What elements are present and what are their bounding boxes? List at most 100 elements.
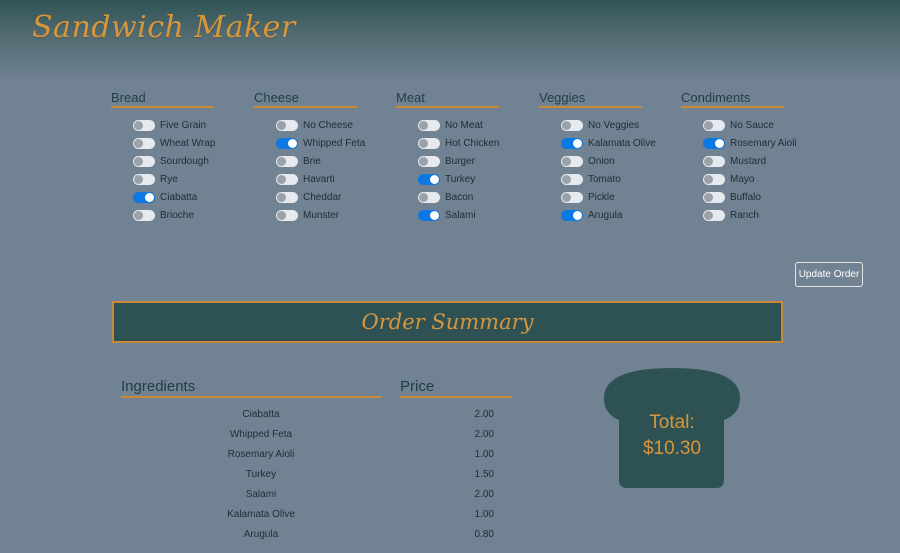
option-label: Rosemary Aioli: [730, 137, 797, 149]
toggle-switch[interactable]: [133, 119, 155, 131]
option-no-cheese[interactable]: No Cheese: [254, 116, 364, 134]
table-row-ingredient: Whipped Feta: [229, 429, 293, 440]
toggle-switch[interactable]: [276, 119, 298, 131]
option-havarti[interactable]: Havarti: [254, 170, 364, 188]
option-five-grain[interactable]: Five Grain: [111, 116, 221, 134]
option-whipped-feta[interactable]: Whipped Feta: [254, 134, 366, 152]
option-label: No Cheese: [303, 119, 354, 131]
option-label: Pickle: [588, 191, 615, 203]
table-row-ingredient: Salami: [245, 489, 277, 500]
toggle-switch[interactable]: [133, 137, 155, 149]
toggle-switch[interactable]: [276, 209, 298, 221]
option-brioche[interactable]: Brioche: [111, 206, 221, 224]
option-tomato[interactable]: Tomato: [539, 170, 649, 188]
option-sourdough[interactable]: Sourdough: [111, 152, 221, 170]
option-label: Brioche: [160, 209, 194, 221]
toggle-switch[interactable]: [418, 191, 440, 203]
toggle-switch[interactable]: [703, 155, 725, 167]
column-condiments: Condiments No Sauce Rosemary Aioli Mustard M…: [681, 90, 797, 224]
option-label: Brie: [303, 155, 321, 167]
toggle-switch[interactable]: [418, 137, 440, 149]
toggle-switch[interactable]: [418, 173, 440, 185]
toggle-switch[interactable]: [561, 209, 583, 221]
toggle-switch[interactable]: [561, 137, 583, 149]
toggle-switch[interactable]: [133, 191, 155, 203]
table-row-price: 2.00: [474, 409, 494, 420]
option-rye[interactable]: Rye: [111, 170, 221, 188]
column-veggies: Veggies No Veggies Kalamata Olive Onion Toma…: [539, 90, 656, 224]
option-label: Havarti: [303, 173, 335, 185]
column-heading: Meat: [396, 90, 499, 108]
table-row-price: 2.00: [474, 429, 494, 440]
option-label: Arugula: [588, 209, 623, 221]
option-brie[interactable]: Brie: [254, 152, 364, 170]
table-row-ingredient: Ciabatta: [242, 409, 280, 420]
toggle-switch[interactable]: [276, 173, 298, 185]
option-label: Whipped Feta: [303, 137, 366, 149]
option-label: Rye: [160, 173, 178, 185]
option-label: No Meat: [445, 119, 483, 131]
option-label: Ranch: [730, 209, 759, 221]
toggle-switch[interactable]: [418, 209, 440, 221]
option-label: Bacon: [445, 191, 474, 203]
option-no-sauce[interactable]: No Sauce: [681, 116, 791, 134]
toggle-switch[interactable]: [561, 173, 583, 185]
option-bacon[interactable]: Bacon: [396, 188, 506, 206]
option-salami[interactable]: Salami: [396, 206, 506, 224]
option-wheat-wrap[interactable]: Wheat Wrap: [111, 134, 221, 152]
option-ciabatta[interactable]: Ciabatta: [111, 188, 221, 206]
toggle-switch[interactable]: [561, 119, 583, 131]
option-label: Mayo: [730, 173, 755, 185]
toggle-switch[interactable]: [703, 191, 725, 203]
option-rosemary-aioli[interactable]: Rosemary Aioli: [681, 134, 797, 152]
toggle-switch[interactable]: [561, 191, 583, 203]
table-row-ingredient: Arugula: [243, 529, 279, 540]
price-header: Price: [400, 378, 512, 398]
toggle-switch[interactable]: [133, 155, 155, 167]
option-label: Salami: [445, 209, 476, 221]
option-kalamata-olive[interactable]: Kalamata Olive: [539, 134, 656, 152]
toggle-switch[interactable]: [703, 119, 725, 131]
table-row-price: 2.00: [474, 489, 494, 500]
table-row-price: 1.50: [474, 469, 494, 480]
toggle-switch[interactable]: [276, 155, 298, 167]
total-label: Total:: [649, 412, 695, 433]
option-onion[interactable]: Onion: [539, 152, 649, 170]
option-mayo[interactable]: Mayo: [681, 170, 791, 188]
option-burger[interactable]: Burger: [396, 152, 506, 170]
toggle-switch[interactable]: [276, 137, 298, 149]
option-no-meat[interactable]: No Meat: [396, 116, 506, 134]
option-no-veggies[interactable]: No Veggies: [539, 116, 649, 134]
option-label: Tomato: [588, 173, 621, 185]
option-pickle[interactable]: Pickle: [539, 188, 649, 206]
total-display: Total: $10.30: [604, 410, 740, 462]
column-bread: Bread Five Grain Wheat Wrap Sourdough Rye Cia…: [111, 90, 221, 224]
toggle-switch[interactable]: [133, 173, 155, 185]
option-hot-chicken[interactable]: Hot Chicken: [396, 134, 506, 152]
app-title: Sandwich Maker: [32, 10, 296, 45]
update-order-button[interactable]: Update Order: [795, 262, 863, 287]
ingredients-header: Ingredients: [121, 378, 382, 398]
option-arugula[interactable]: Arugula: [539, 206, 649, 224]
option-label: Wheat Wrap: [160, 137, 216, 149]
toggle-switch[interactable]: [418, 155, 440, 167]
option-label: No Sauce: [730, 119, 774, 131]
total-value: $10.30: [642, 438, 702, 459]
option-ranch[interactable]: Ranch: [681, 206, 791, 224]
option-label: Buffalo: [730, 191, 761, 203]
toggle-switch[interactable]: [703, 137, 725, 149]
toggle-switch[interactable]: [561, 155, 583, 167]
option-label: Munster: [303, 209, 340, 221]
toggle-switch[interactable]: [133, 209, 155, 221]
column-heading: Condiments: [681, 90, 784, 108]
option-munster[interactable]: Munster: [254, 206, 364, 224]
option-cheddar[interactable]: Cheddar: [254, 188, 364, 206]
option-mustard[interactable]: Mustard: [681, 152, 791, 170]
table-row-price: 0.80: [474, 529, 494, 540]
toggle-switch[interactable]: [703, 209, 725, 221]
option-turkey[interactable]: Turkey: [396, 170, 506, 188]
toggle-switch[interactable]: [276, 191, 298, 203]
option-buffalo[interactable]: Buffalo: [681, 188, 791, 206]
toggle-switch[interactable]: [418, 119, 440, 131]
toggle-switch[interactable]: [703, 173, 725, 185]
